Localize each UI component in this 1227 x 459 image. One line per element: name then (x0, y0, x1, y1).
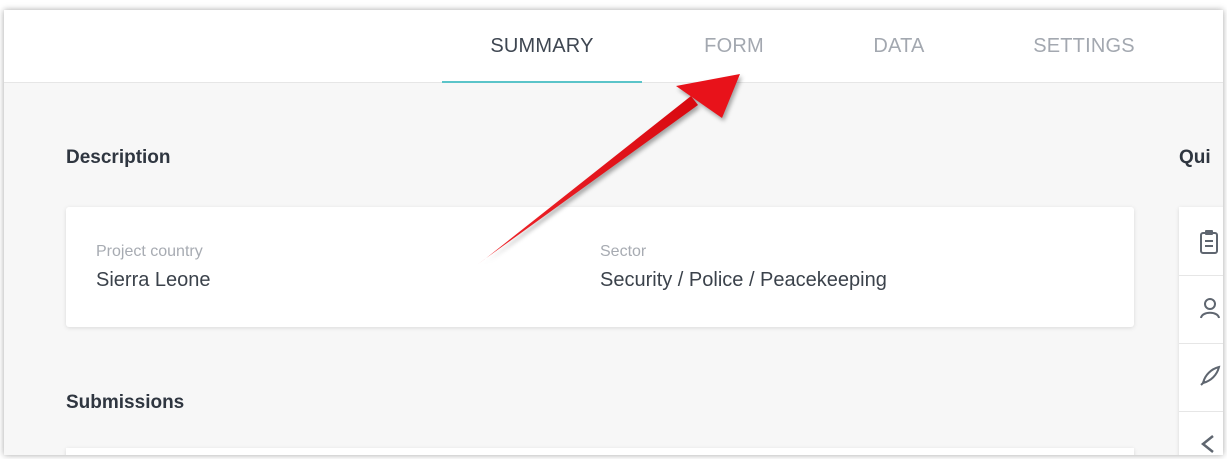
rocket-icon (1200, 365, 1221, 386)
project-country-value: Sierra Leone (96, 269, 211, 291)
tab-settings-label: SETTINGS (1033, 34, 1135, 57)
submissions-heading: Submissions (66, 392, 185, 413)
clipboard-icon (1200, 230, 1218, 254)
active-tab-indicator (442, 81, 642, 83)
chevron-left-icon (1200, 435, 1214, 453)
sector-value: Security / Police / Peacekeeping (600, 269, 887, 291)
quick-link-row[interactable] (1179, 411, 1223, 455)
tab-bar: SUMMARY FORM DATA SETTINGS (4, 10, 1223, 83)
tab-data[interactable]: DATA (834, 10, 964, 82)
app-frame: SUMMARY FORM DATA SETTINGS Description P… (4, 10, 1223, 455)
tab-summary[interactable]: SUMMARY (442, 10, 642, 83)
quick-links-panel (1179, 207, 1223, 455)
tab-form[interactable]: FORM (664, 10, 804, 82)
quick-link-row[interactable] (1179, 207, 1223, 276)
description-card: Project country Sierra Leone Sector Secu… (66, 207, 1134, 327)
quick-link-row[interactable] (1179, 275, 1223, 344)
submissions-card (66, 448, 1134, 455)
tab-form-label: FORM (704, 34, 764, 57)
description-heading: Description (66, 147, 171, 168)
tab-data-label: DATA (873, 34, 925, 57)
quick-links-heading: Qui (1179, 147, 1211, 168)
quick-link-row[interactable] (1179, 343, 1223, 412)
tab-summary-label: SUMMARY (490, 34, 594, 57)
project-country-label: Project country (96, 243, 203, 260)
user-icon (1200, 298, 1220, 319)
sector-label: Sector (600, 243, 647, 260)
tab-settings[interactable]: SETTINGS (1014, 10, 1154, 82)
